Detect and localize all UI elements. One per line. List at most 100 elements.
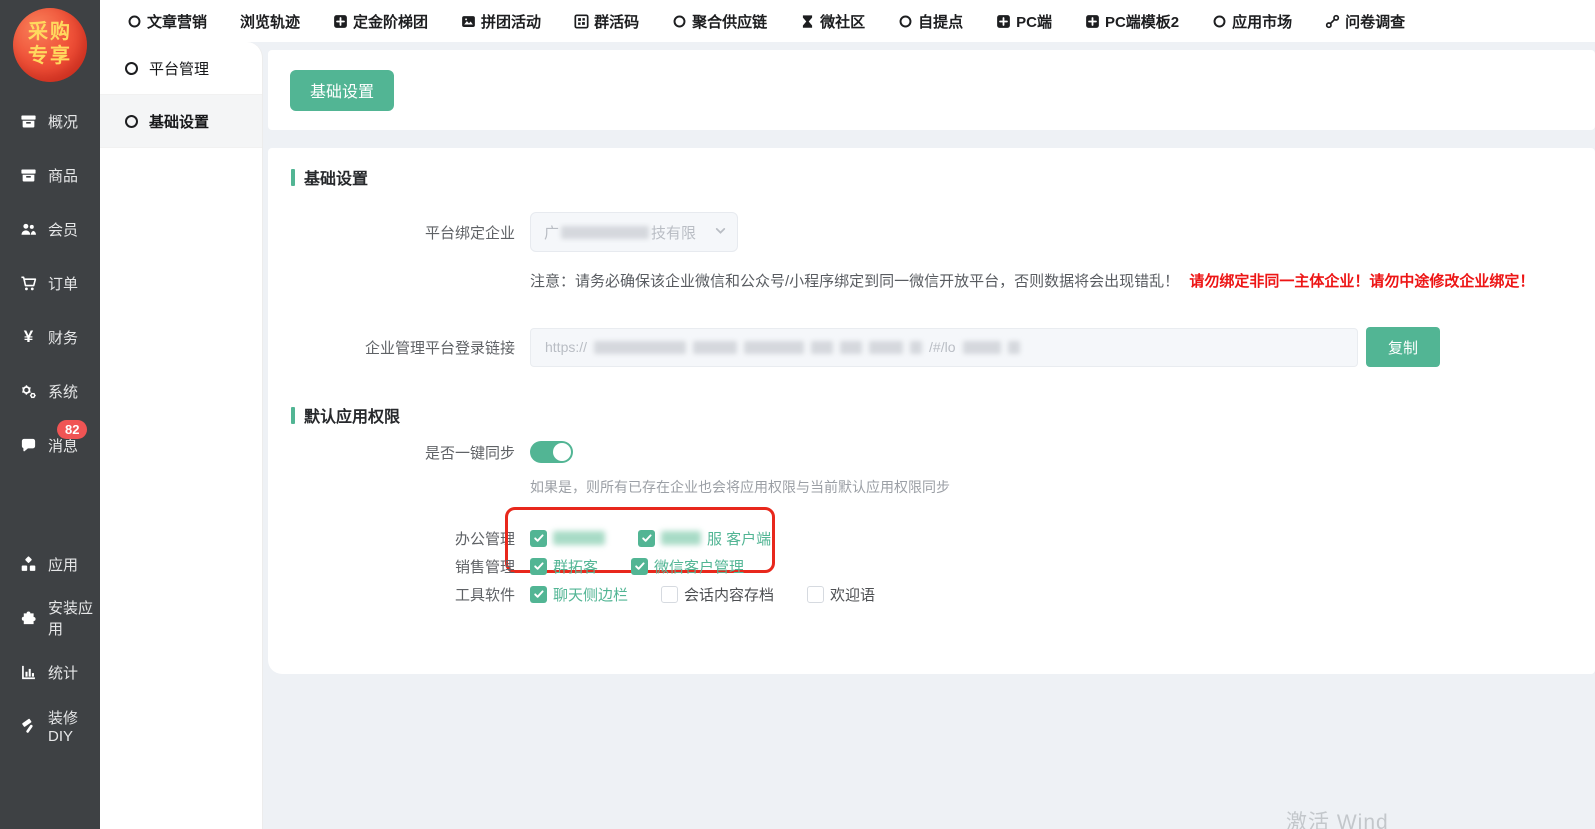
- top-nav-item-label: 问卷调查: [1345, 11, 1405, 32]
- circle-icon: [125, 115, 138, 128]
- top-nav-item-label: 定金阶梯团: [353, 11, 428, 32]
- top-nav-item-10[interactable]: PC端模板2: [1085, 11, 1179, 32]
- top-nav-item-9[interactable]: PC端: [996, 11, 1052, 32]
- hammer-icon: [19, 717, 38, 735]
- users-icon: [19, 220, 38, 238]
- sidebar-item-members[interactable]: 会员: [0, 202, 100, 256]
- checkbox-unchecked-icon[interactable]: [661, 586, 678, 603]
- app-logo[interactable]: 采购 专享: [13, 8, 87, 82]
- toggle-knob: [553, 443, 571, 461]
- sidebar-item-goods[interactable]: 商品: [0, 148, 100, 202]
- top-nav-item-8[interactable]: 自提点: [898, 11, 963, 32]
- company-name-prefix: 广: [544, 222, 559, 243]
- redacted-link-part: [594, 341, 922, 354]
- sidebar-item-finance[interactable]: ¥ 财务: [0, 310, 100, 364]
- bind-warning-note: 注意：请务必确保该企业微信和公众号/小程序绑定到同一微信开放平台，否则数据将会出…: [530, 273, 1179, 290]
- checkbox-label: 群拓客: [553, 556, 598, 577]
- sidebar-item-stats[interactable]: 统计: [0, 645, 100, 699]
- basic-settings-tab-button[interactable]: 基础设置: [290, 70, 394, 111]
- checkbox-item[interactable]: 欢迎语: [807, 584, 875, 605]
- checkbox-checked-icon[interactable]: [530, 558, 547, 575]
- sidebar-item-apps[interactable]: 应用: [0, 537, 100, 591]
- top-nav-item-1[interactable]: 文章营销: [127, 11, 207, 32]
- copy-button[interactable]: 复制: [1366, 327, 1440, 367]
- sidebar-item-label: 安装应用: [48, 597, 100, 639]
- sidebar-item-install-app[interactable]: 安装应用: [0, 591, 100, 645]
- sync-row: 是否一键同步: [268, 441, 1595, 463]
- sub-sidebar-item-basic[interactable]: 基础设置: [100, 95, 262, 148]
- plus-square-icon: [996, 14, 1011, 29]
- top-nav-item-4[interactable]: 拼团活动: [461, 11, 541, 32]
- login-link-input[interactable]: https:// /#/lo: [530, 328, 1358, 367]
- redacted-text-block: [840, 341, 862, 354]
- checkbox-item[interactable]: 会话内容存档: [661, 584, 774, 605]
- checkbox-unchecked-icon[interactable]: [807, 586, 824, 603]
- perm-items: 服 客户端: [530, 528, 804, 549]
- chart-icon: [19, 663, 38, 681]
- sidebar-item-label: 财务: [48, 327, 78, 348]
- sidebar-item-overview[interactable]: 概况: [0, 94, 100, 148]
- bind-company-row: 平台绑定企业 广 技有限: [268, 212, 1595, 252]
- sidebar-item-label: 系统: [48, 381, 78, 402]
- company-select[interactable]: 广 技有限: [530, 212, 738, 252]
- redacted-app-name: [553, 531, 605, 545]
- checkbox-checked-icon[interactable]: [638, 530, 655, 547]
- top-nav-item-11[interactable]: 应用市场: [1212, 11, 1292, 32]
- sync-toggle[interactable]: [530, 441, 573, 463]
- checkbox-checked-icon[interactable]: [530, 530, 547, 547]
- checkbox-item[interactable]: [530, 530, 605, 547]
- gears-icon: [19, 382, 38, 400]
- top-nav-item-12[interactable]: 问卷调查: [1325, 11, 1405, 32]
- sidebar-item-system[interactable]: 系统: [0, 364, 100, 418]
- settings-card: 基础设置 平台绑定企业 广 技有限: [268, 148, 1595, 674]
- login-link-mid: /#/lo: [929, 339, 955, 355]
- bind-company-label: 平台绑定企业: [268, 222, 515, 243]
- checkbox-checked-icon[interactable]: [631, 558, 648, 575]
- top-nav-item-6[interactable]: 聚合供应链: [672, 11, 767, 32]
- checkbox-item[interactable]: 微信客户管理: [631, 556, 744, 577]
- permission-groups: 办公管理 服 客户端销售管理 群拓客 微信客户管理工具软件 聊天侧边栏 会话内容存档 欢迎语: [268, 524, 1595, 608]
- login-link-label: 企业管理平台登录链接: [268, 337, 515, 358]
- top-nav-item-label: 拼团活动: [481, 11, 541, 32]
- bind-warning-red: 请勿绑定非同一主体企业！请勿中途修改企业绑定！: [1189, 273, 1534, 290]
- top-nav-item-5[interactable]: 群活码: [574, 11, 639, 32]
- yen-icon: ¥: [19, 328, 38, 346]
- circle-icon: [1212, 14, 1227, 29]
- sub-sidebar: 平台管理基础设置: [100, 42, 263, 829]
- sidebar-item-label: 商品: [48, 165, 78, 186]
- perm-group-label: 工具软件: [268, 584, 515, 605]
- logo-text-line1: 采购: [28, 21, 72, 45]
- top-nav-item-label: PC端: [1016, 11, 1052, 32]
- checkbox-item[interactable]: 聊天侧边栏: [530, 584, 628, 605]
- sidebar-item-label: 装修DIY: [48, 707, 100, 745]
- sidebar-item-label: 会员: [48, 219, 78, 240]
- sub-sidebar-item-platform[interactable]: 平台管理: [100, 42, 262, 95]
- section-title-permissions: 默认应用权限: [291, 404, 1595, 426]
- top-nav-item-2[interactable]: 浏览轨迹: [240, 11, 300, 32]
- cart-icon: [19, 274, 38, 292]
- top-nav-item-7[interactable]: 微社区: [800, 11, 865, 32]
- sidebar-item-messages[interactable]: 消息82: [0, 418, 100, 472]
- checkbox-label: 聊天侧边栏: [553, 584, 628, 605]
- checkbox-label: 服 客户端: [707, 528, 771, 549]
- checkbox-label: 欢迎语: [830, 584, 875, 605]
- hourglass-icon: [800, 14, 815, 29]
- qr-icon: [574, 14, 589, 29]
- top-nav-item-3[interactable]: 定金阶梯团: [333, 11, 428, 32]
- plus-square-icon: [333, 14, 348, 29]
- perm-group-label: 办公管理: [268, 528, 515, 549]
- section-title-text: 基础设置: [304, 165, 368, 189]
- checkbox-item[interactable]: 群拓客: [530, 556, 598, 577]
- sync-label: 是否一键同步: [268, 442, 515, 463]
- perm-group-sales: 销售管理 群拓客 微信客户管理: [268, 552, 1595, 580]
- sidebar-item-decor-diy[interactable]: 装修DIY: [0, 699, 100, 753]
- plus-square-icon: [1085, 14, 1100, 29]
- redacted-link-part: [963, 341, 1020, 354]
- perm-group-label: 销售管理: [268, 556, 515, 577]
- sidebar-item-orders[interactable]: 订单: [0, 256, 100, 310]
- sub-sidebar-item-label: 平台管理: [149, 58, 209, 79]
- top-nav-item-label: 微社区: [820, 11, 865, 32]
- checkbox-item[interactable]: 服 客户端: [638, 528, 771, 549]
- redacted-text-block: [910, 341, 922, 354]
- checkbox-checked-icon[interactable]: [530, 586, 547, 603]
